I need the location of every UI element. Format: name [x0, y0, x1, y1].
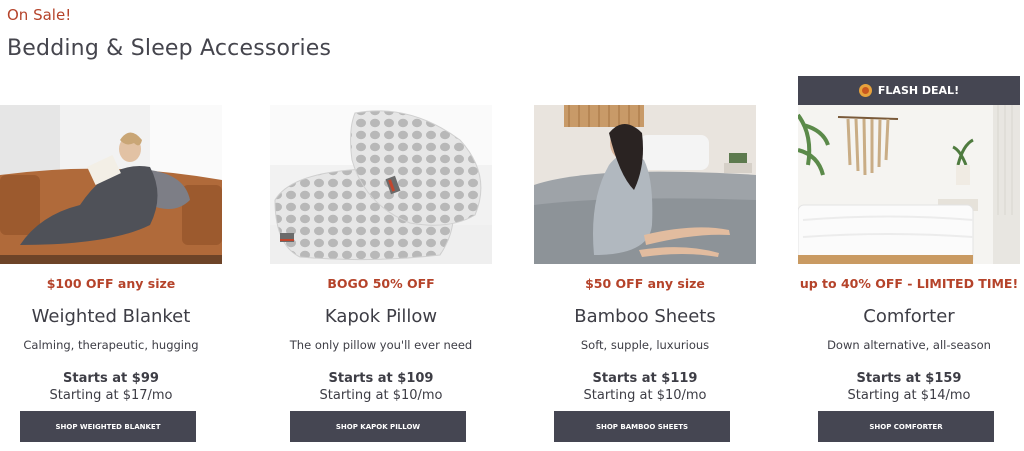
product-tagline: The only pillow you'll ever need [289, 338, 473, 352]
price-text: Starts at $109 [328, 371, 434, 386]
product-name[interactable]: Comforter [798, 306, 1020, 327]
price-text: Starts at $159 [856, 371, 962, 386]
monthly-price-text: Starting at $17/mo [49, 388, 173, 403]
promo-text: up to 40% OFF - LIMITED TIME! [799, 276, 1019, 291]
product-card-kapok-pillow[interactable]: BOGO 50% OFF Kapok Pillow The only pillo… [270, 76, 492, 448]
monthly-price-text: Starting at $10/mo [583, 388, 707, 403]
badge-label: FLASH DEAL! [877, 84, 960, 97]
product-card-comforter[interactable]: FLASH DEAL! up to 40% OFF - LIMITED TIME… [798, 76, 1020, 448]
product-tagline: Down alternative, all-season [827, 338, 991, 352]
shop-comforter-button[interactable]: SHOP COMFORTER [818, 411, 994, 442]
product-name[interactable]: Weighted Blanket [0, 306, 222, 327]
product-image-weighted-blanket[interactable] [0, 105, 222, 264]
shop-kapok-pillow-button[interactable]: SHOP KAPOK PILLOW [290, 411, 466, 442]
section-title: Bedding & Sleep Accessories [7, 36, 332, 61]
promo-text: BOGO 50% OFF [327, 276, 435, 291]
eyebrow: On Sale! [7, 6, 72, 24]
product-name[interactable]: Kapok Pillow [270, 306, 492, 327]
product-card-weighted-blanket[interactable]: $100 OFF any size Weighted Blanket Calmi… [0, 76, 222, 448]
price-text: Starts at $119 [592, 371, 698, 386]
product-card-bamboo-sheets[interactable]: $50 OFF any size Bamboo Sheets Soft, sup… [534, 76, 756, 448]
flash-deal-badge: FLASH DEAL! [798, 76, 1020, 105]
shop-bamboo-sheets-button[interactable]: SHOP BAMBOO SHEETS [554, 411, 730, 442]
product-image-bamboo-sheets[interactable] [534, 105, 756, 264]
promo-text: $100 OFF any size [46, 276, 176, 291]
product-tagline: Soft, supple, luxurious [580, 338, 710, 352]
product-image-kapok-pillow[interactable] [270, 105, 492, 264]
monthly-price-text: Starting at $14/mo [847, 388, 971, 403]
monthly-price-text: Starting at $10/mo [319, 388, 443, 403]
promo-text: $50 OFF any size [585, 276, 705, 291]
flash-deal-icon [858, 84, 872, 97]
product-name[interactable]: Bamboo Sheets [534, 306, 756, 327]
price-text: Starts at $99 [63, 371, 159, 386]
shop-weighted-blanket-button[interactable]: SHOP WEIGHTED BLANKET [20, 411, 196, 442]
product-image-comforter[interactable] [798, 105, 1020, 264]
product-tagline: Calming, therapeutic, hugging [23, 338, 199, 352]
